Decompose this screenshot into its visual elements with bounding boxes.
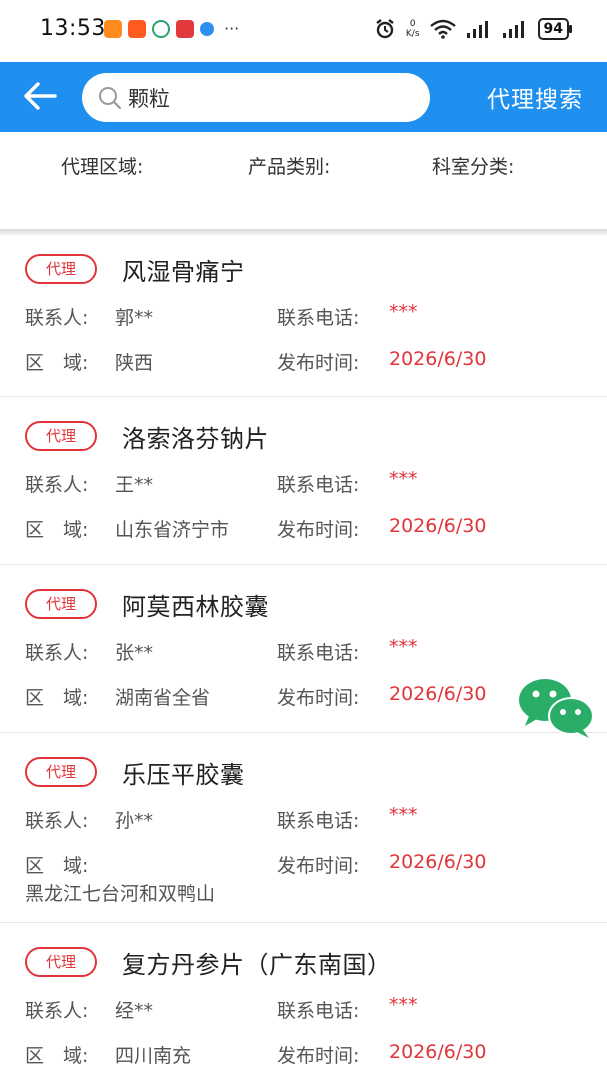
item-title: 洛索洛芬钠片: [122, 425, 269, 453]
back-button[interactable]: [20, 76, 60, 116]
region-value: 山东省济宁市: [115, 519, 230, 541]
publish-value: 2026/6/30: [389, 851, 487, 873]
status-bar: 13:53 ··· 0 K/s 94: [0, 0, 607, 62]
publish-label: 发布时间:: [277, 1045, 360, 1067]
phone-label: 联系电话:: [277, 307, 360, 329]
search-box[interactable]: [82, 73, 430, 122]
publish-label: 发布时间:: [277, 855, 360, 877]
alarm-icon: [376, 19, 394, 39]
agent-search-button[interactable]: 代理搜索: [487, 80, 583, 114]
item-title: 乐压平胶囊: [122, 761, 245, 789]
battery-indicator: 94: [537, 18, 573, 40]
phone-value: ***: [389, 994, 418, 1016]
region-value: 陕西: [115, 352, 154, 374]
phone-label: 联系电话:: [277, 642, 360, 664]
contact-value: 张**: [115, 642, 154, 664]
app-blue-icon: [200, 22, 214, 36]
region-value: 黑龙江七台河和双鸭山: [25, 883, 216, 905]
signal-icon-2: [502, 21, 524, 38]
filter-bar: 代理区域: 产品类别: 科室分类:: [0, 132, 607, 230]
agent-badge: 代理: [25, 421, 97, 451]
search-input[interactable]: [128, 83, 408, 113]
publish-value: 2026/6/30: [389, 683, 487, 705]
status-right: 0 K/s 94: [374, 18, 573, 40]
item-title: 风湿骨痛宁: [122, 258, 245, 286]
wechat-float-button[interactable]: [517, 676, 597, 740]
list-item[interactable]: 代理 洛索洛芬钠片 联系人: 王** 联系电话: *** 区 域: 山东省济宁市…: [0, 397, 607, 565]
list-item[interactable]: 代理 阿莫西林胶囊 联系人: 张** 联系电话: *** 区 域: 湖南省全省 …: [0, 565, 607, 733]
agent-badge: 代理: [25, 947, 97, 977]
signal-icon: [466, 21, 488, 38]
search-icon: [99, 87, 122, 110]
app-red-icon: [176, 20, 194, 38]
network-speed: 0 K/s: [406, 19, 420, 39]
publish-label: 发布时间:: [277, 519, 360, 541]
publish-label: 发布时间:: [277, 352, 360, 374]
phone-value: ***: [389, 301, 418, 323]
region-label: 区 域:: [25, 1045, 89, 1067]
arrow-left-icon: [24, 82, 57, 110]
region-value: 湖南省全省: [115, 687, 211, 709]
phone-value: ***: [389, 804, 418, 826]
filter-product-category[interactable]: 产品类别:: [248, 152, 330, 179]
agent-badge: 代理: [25, 254, 97, 284]
app-notify-icon: [104, 20, 122, 38]
app-green-icon: [152, 20, 170, 38]
phone-label: 联系电话:: [277, 474, 360, 496]
region-label: 区 域:: [25, 352, 89, 374]
agent-badge: 代理: [25, 757, 97, 787]
list-item[interactable]: 代理 乐压平胶囊 联系人: 孙** 联系电话: *** 区 域: 黑龙江七台河和…: [0, 733, 607, 923]
taobao-icon: [128, 20, 146, 38]
item-title: 复方丹参片（广东南国）: [122, 951, 392, 979]
region-value: 四川南充: [115, 1045, 192, 1067]
region-label: 区 域:: [25, 519, 89, 541]
contact-value: 经**: [115, 1000, 154, 1022]
wifi-icon: [429, 19, 456, 39]
filter-department[interactable]: 科室分类:: [432, 152, 514, 179]
contact-label: 联系人:: [25, 642, 89, 664]
publish-value: 2026/6/30: [389, 348, 487, 370]
status-app-icons: ···: [104, 20, 239, 38]
publish-label: 发布时间:: [277, 687, 360, 709]
item-title: 阿莫西林胶囊: [122, 593, 269, 621]
filter-agent-region[interactable]: 代理区域:: [61, 152, 143, 179]
region-label: 区 域:: [25, 687, 89, 709]
publish-value: 2026/6/30: [389, 515, 487, 537]
top-bar: 代理搜索: [0, 62, 607, 132]
phone-label: 联系电话:: [277, 1000, 360, 1022]
list-item[interactable]: 代理 复方丹参片（广东南国） 联系人: 经** 联系电话: *** 区 域: 四…: [0, 923, 607, 1080]
contact-value: 孙**: [115, 810, 154, 832]
phone-value: ***: [389, 636, 418, 658]
region-label: 区 域:: [25, 855, 89, 877]
network-speed-unit: K/s: [405, 29, 420, 39]
wechat-icon: [519, 679, 594, 738]
phone-value: ***: [389, 468, 418, 490]
list-item[interactable]: 代理 风湿骨痛宁 联系人: 郭** 联系电话: *** 区 域: 陕西 发布时间…: [0, 235, 607, 397]
contact-label: 联系人:: [25, 810, 89, 832]
status-time: 13:53: [40, 16, 106, 41]
agent-list: 代理 风湿骨痛宁 联系人: 郭** 联系电话: *** 区 域: 陕西 发布时间…: [0, 235, 607, 1080]
contact-value: 郭**: [115, 307, 154, 329]
contact-label: 联系人:: [25, 1000, 89, 1022]
agent-badge: 代理: [25, 589, 97, 619]
status-more: ···: [224, 19, 240, 38]
contact-label: 联系人:: [25, 474, 89, 496]
network-speed-value: 0: [409, 19, 416, 29]
contact-label: 联系人:: [25, 307, 89, 329]
phone-label: 联系电话:: [277, 810, 360, 832]
publish-value: 2026/6/30: [389, 1041, 487, 1063]
contact-value: 王**: [115, 474, 154, 496]
